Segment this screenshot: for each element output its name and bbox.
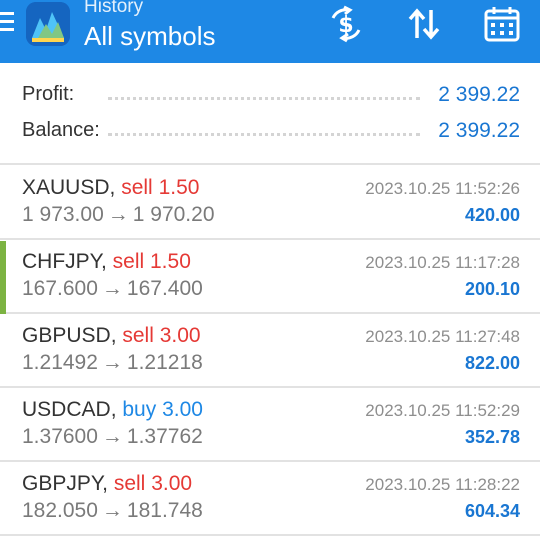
trade-time: 2023.10.25 11:28:22 (365, 475, 520, 494)
separator: , (109, 176, 122, 199)
trade-prices: 182.050 → 181.748 (22, 499, 203, 523)
trade-side: sell (112, 250, 145, 273)
trade-title: USDCAD, buy 3.00 (22, 398, 203, 422)
arrow-right-icon: → (101, 425, 123, 448)
trade-profit: 420.00 (464, 205, 520, 225)
trade-prices: 1.21492 → 1.21218 (22, 351, 203, 375)
trade-symbol: XAUUSD (22, 176, 110, 199)
arrow-right-icon: → (101, 277, 123, 300)
arrow-right-icon: → (101, 351, 123, 374)
menu-icon[interactable] (0, 12, 16, 34)
trade-time: 2023.10.25 11:17:28 (365, 253, 520, 272)
balance-row: Balance: 2 399.22 (22, 117, 520, 147)
trade-prices: 1 973.00 → 1 970.20 (22, 203, 215, 227)
trade-side: sell (113, 472, 146, 495)
trade-side: sell (121, 176, 153, 199)
close-price: 167.400 (126, 277, 203, 300)
dotted-leader (108, 97, 420, 100)
trade-prices: 167.600 → 167.400 (22, 277, 203, 301)
trade-prices: 1.37600 → 1.37762 (22, 425, 203, 449)
trade-volume: 3.00 (159, 324, 201, 347)
app-header: History All symbols $ (0, 0, 540, 63)
trade-title: XAUUSD, sell 1.50 (22, 176, 199, 200)
trade-symbol: GBPJPY (22, 472, 103, 495)
trade-title: CHFJPY, sell 1.50 (22, 250, 191, 274)
trade-profit: 822.00 (464, 353, 520, 373)
trade-symbol: USDCAD (22, 398, 111, 421)
arrow-right-icon: → (101, 499, 123, 522)
arrow-right-icon: → (107, 203, 129, 226)
header-title[interactable]: All symbols (84, 21, 215, 52)
trade-row[interactable]: CHFJPY, sell 1.50 167.600 → 167.400 2023.1… (0, 241, 540, 314)
sort-icon[interactable] (404, 4, 444, 44)
trade-time: 2023.10.25 11:52:29 (365, 401, 520, 420)
currency-exchange-icon[interactable]: $ (326, 4, 366, 44)
trade-profit: 604.34 (464, 501, 520, 521)
separator: , (110, 324, 123, 347)
balance-label: Balance: (22, 119, 100, 141)
dotted-leader (108, 133, 420, 136)
close-price: 1 970.20 (132, 203, 215, 226)
open-price: 1 973.00 (22, 203, 104, 226)
trade-volume: 1.50 (158, 176, 200, 199)
profit-row: Profit: 2 399.22 (22, 81, 520, 111)
app-logo (26, 2, 70, 46)
trade-row[interactable]: USDCAD, buy 3.00 1.37600 → 1.37762 2023.10… (0, 389, 540, 462)
account-summary: Profit: 2 399.22 Balance: 2 399.22 (0, 63, 540, 165)
profit-value: 2 399.22 (438, 83, 520, 106)
trade-profit: 200.10 (464, 279, 520, 299)
trade-side: buy (122, 398, 157, 421)
trade-volume: 3.00 (151, 472, 193, 495)
profit-label: Profit: (22, 83, 75, 105)
trade-row[interactable]: XAUUSD, sell 1.50 1 973.00 → 1 970.20 2023… (0, 167, 540, 240)
trade-time: 2023.10.25 11:27:48 (365, 327, 520, 346)
trade-profit: 352.78 (464, 427, 520, 447)
open-price: 1.21492 (22, 351, 98, 374)
selected-marker (0, 241, 6, 314)
calendar-icon[interactable] (482, 4, 522, 44)
trade-volume: 3.00 (162, 398, 203, 421)
trade-time: 2023.10.25 11:52:26 (365, 179, 520, 198)
trade-title: GBPJPY, sell 3.00 (22, 472, 192, 496)
balance-value: 2 399.22 (438, 119, 520, 142)
trade-title: GBPUSD, sell 3.00 (22, 324, 201, 348)
open-price: 1.37600 (22, 425, 98, 448)
trade-row[interactable]: GBPJPY, sell 3.00 182.050 → 181.748 2023.1… (0, 463, 540, 536)
close-price: 1.21218 (126, 351, 203, 374)
trade-symbol: GBPUSD (22, 324, 111, 347)
separator: , (100, 250, 113, 273)
open-price: 167.600 (22, 277, 98, 300)
trade-volume: 1.50 (150, 250, 191, 273)
trade-row[interactable]: GBPUSD, sell 3.00 1.21492 → 1.21218 2023.1… (0, 315, 540, 388)
close-price: 181.748 (126, 499, 203, 522)
close-price: 1.37762 (126, 425, 203, 448)
open-price: 182.050 (22, 499, 98, 522)
separator: , (110, 398, 123, 421)
trade-symbol: CHFJPY (22, 250, 101, 273)
trade-side: sell (122, 324, 154, 347)
separator: , (102, 472, 114, 495)
header-subtitle: History (84, 0, 144, 17)
